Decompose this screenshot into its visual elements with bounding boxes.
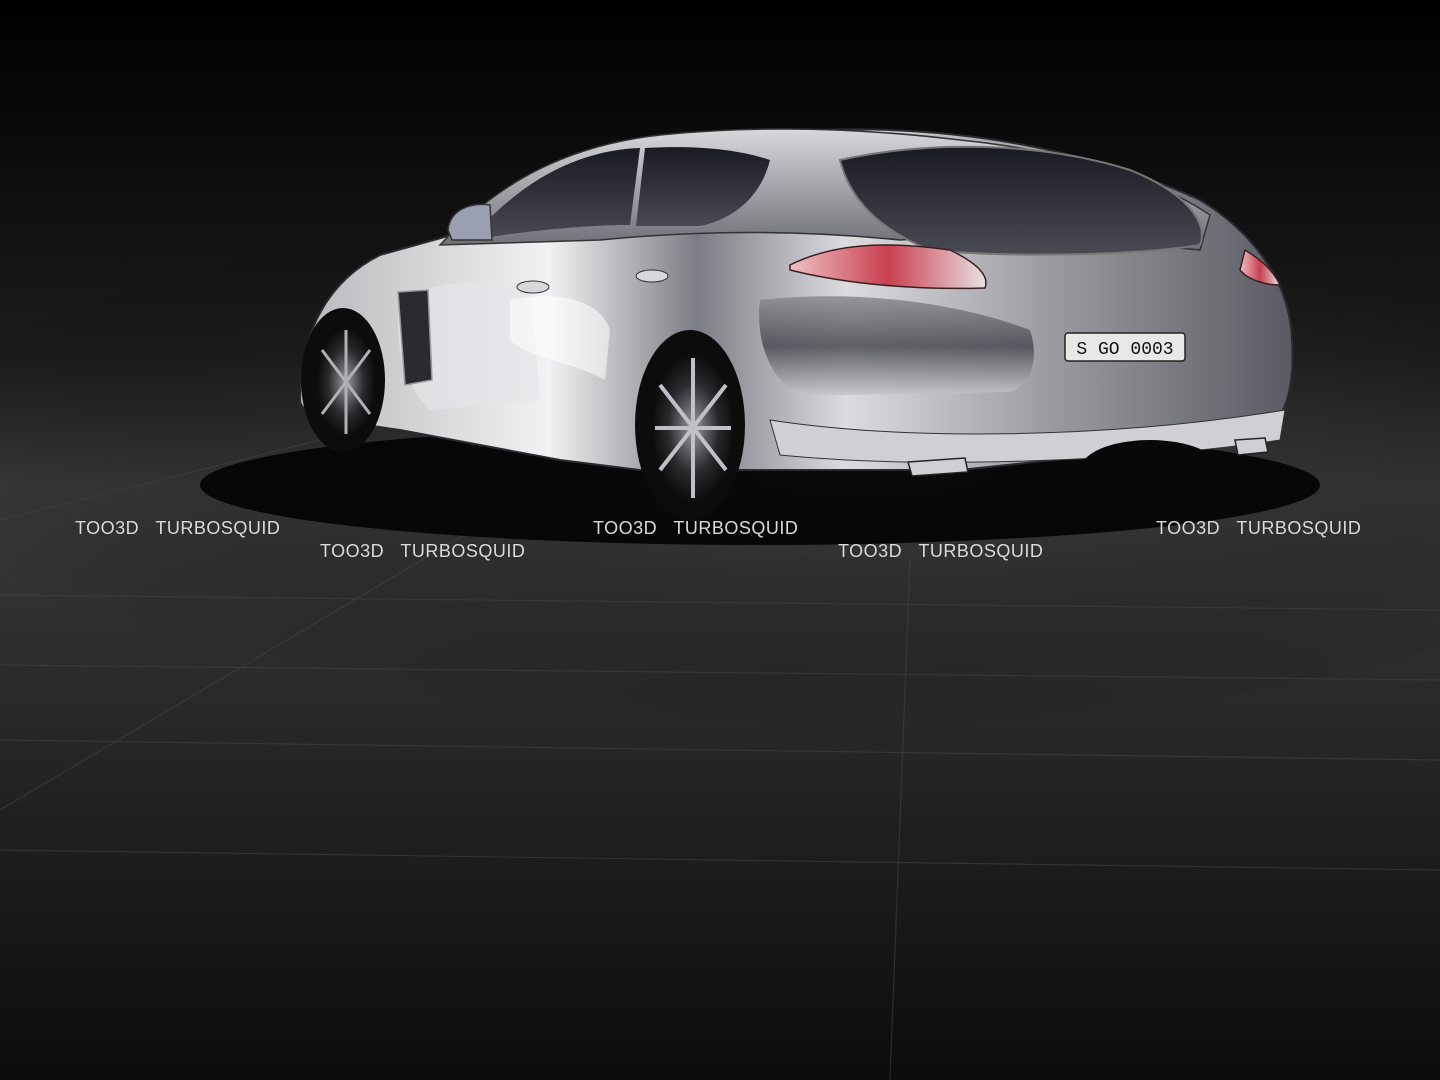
license-plate-text: S GO 0003 (1076, 340, 1173, 360)
watermark-text: TOO3D TURBOSQUID (75, 518, 281, 538)
car-render-illustration: S GO 0003 (0, 0, 1440, 1080)
front-wheel (301, 308, 385, 452)
rear-wheel (635, 330, 745, 520)
watermark-text: TOO3D TURBOSQUID (838, 541, 1044, 561)
watermark-text: TOO3D TURBOSQUID (1156, 518, 1362, 538)
watermark-text: TOO3D TURBOSQUID (320, 541, 526, 561)
watermark-text: TOO3D TURBOSQUID (593, 518, 799, 538)
render-scene: S GO 0003 TOO3D TURBOSQUID TOO3D TURBOSQ… (0, 0, 1440, 1080)
